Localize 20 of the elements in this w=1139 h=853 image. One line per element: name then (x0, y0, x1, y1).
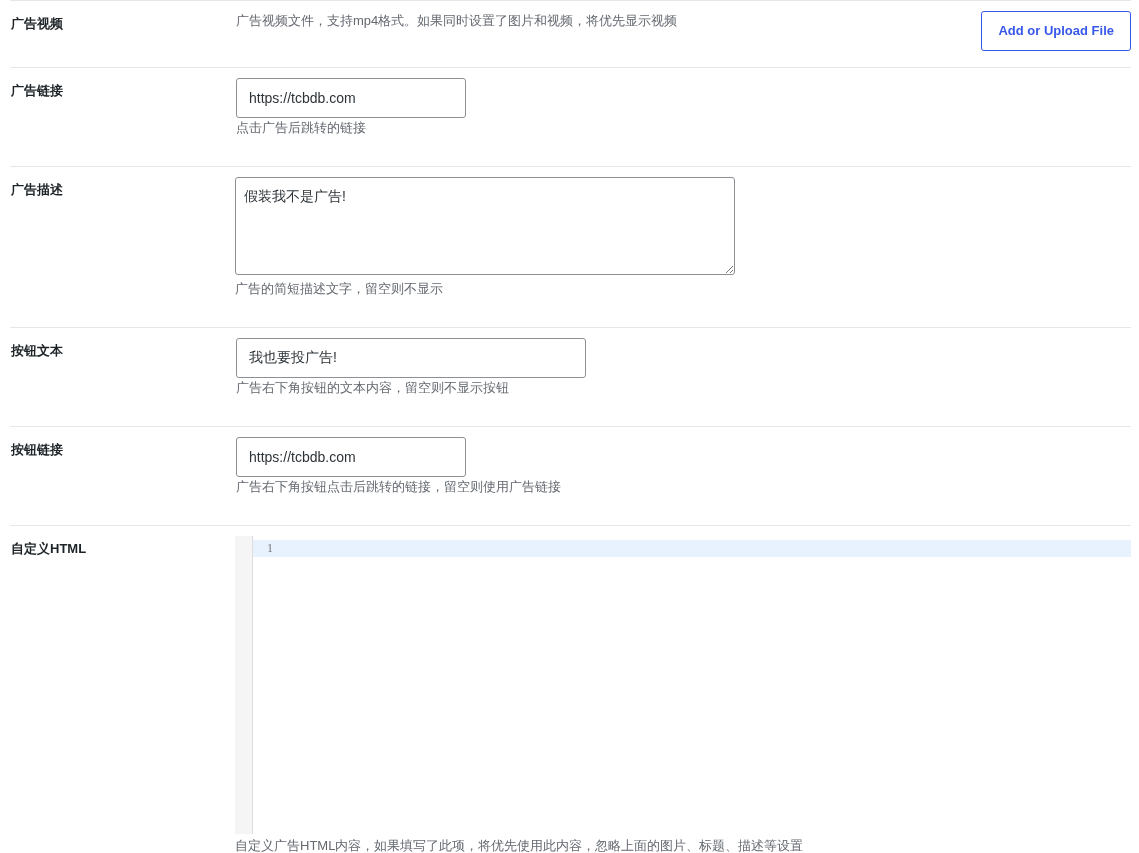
field-description: 广告视频文件，支持mp4格式。如果同时设置了图片和视频，将优先显示视频 (235, 12, 678, 30)
field-label: 广告链接 (10, 82, 63, 100)
url-field[interactable]: https://tcbdb.com (236, 437, 466, 477)
field-label: 广告描述 (10, 181, 63, 199)
line-number: 1 (267, 540, 273, 557)
field-description: 点击广告后跳转的链接 (235, 119, 367, 137)
field-label: 按钮文本 (10, 342, 63, 360)
field-label: 广告视频 (10, 15, 63, 33)
field-description: 广告的简短描述文字，留空则不显示 (235, 280, 444, 298)
field-description: 广告右下角按钮的文本内容，留空则不显示按钮 (235, 379, 510, 397)
field-description: 广告右下角按钮点击后跳转的链接，留空则使用广告链接 (235, 478, 562, 496)
description-textarea[interactable]: 假装我不是广告! (235, 177, 735, 275)
url-field[interactable]: https://tcbdb.com (236, 78, 466, 118)
text-field[interactable]: 我也要投广告! (236, 338, 586, 378)
upload-button[interactable]: Add or Upload File (981, 11, 1131, 51)
field-label: 自定义HTML (10, 540, 87, 558)
code-editor[interactable]: 1 (235, 536, 1131, 834)
resize-grip-icon[interactable] (726, 266, 733, 273)
field-label: 按钮链接 (10, 441, 63, 459)
field-description: 自定义广告HTML内容，如果填写了此项，将优先使用此内容，忽略上面的图片、标题、描述等设置 (235, 837, 805, 853)
